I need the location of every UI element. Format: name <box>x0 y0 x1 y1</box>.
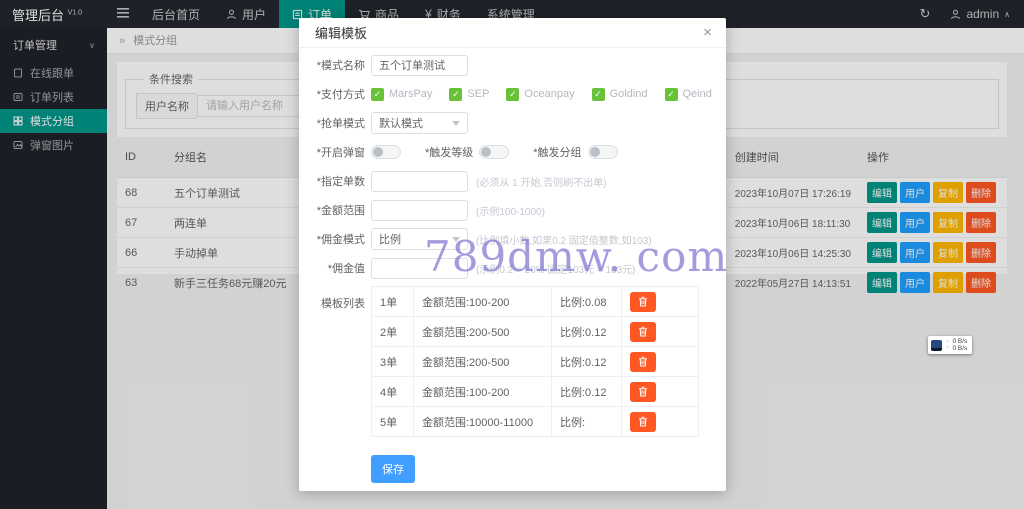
trash-icon <box>638 296 648 307</box>
template-list-label: 模板列表 <box>299 286 365 437</box>
download-manager-icon <box>931 340 942 351</box>
order-num-hint: (必须从 1 开始,否则刷不出单) <box>476 174 607 189</box>
download-speed: 0 B/s <box>953 345 968 352</box>
commission-value-input[interactable] <box>371 258 468 279</box>
trash-icon <box>638 416 648 427</box>
trigger-group-toggle[interactable] <box>588 145 618 159</box>
chevron-down-icon <box>452 121 460 126</box>
trash-icon <box>638 356 648 367</box>
amount-range-label: *金额范围 <box>299 202 365 218</box>
trigger-group-label: *触发分组 <box>533 144 581 160</box>
checkbox-oceanpay[interactable]: ✓ Oceanpay <box>506 88 574 101</box>
updown-arrows-icon: ↑ ↓ <box>946 340 949 350</box>
edit-template-modal: 编辑模板 × *模式名称 *支付方式 ✓ MarsPay ✓ SEP ✓ Oce… <box>299 18 726 491</box>
checkbox-checked-icon: ✓ <box>665 88 678 101</box>
commission-mode-select[interactable]: 比例 <box>371 228 468 250</box>
amount-range-hint: (示例100-1000) <box>476 203 545 218</box>
pay-method-group: ✓ MarsPay ✓ SEP ✓ Oceanpay ✓ Goldind ✓ <box>371 88 712 101</box>
order-num-label: *指定单数 <box>299 173 365 189</box>
trash-icon <box>638 326 648 337</box>
checkbox-checked-icon: ✓ <box>371 88 384 101</box>
template-row: 2单 金额范围:200-500 比例:0.12 <box>372 317 699 347</box>
checkbox-checked-icon: ✓ <box>506 88 519 101</box>
grab-mode-label: *抢单模式 <box>299 115 365 131</box>
save-button[interactable]: 保存 <box>371 455 415 483</box>
form-row-commission-value: *佣金值 (示例0.2 = 20% 固定103元 = 103元) <box>299 257 726 279</box>
upload-speed: 0 B/s <box>953 338 968 345</box>
modal-header: 编辑模板 × <box>299 18 726 48</box>
mode-name-input[interactable] <box>371 55 468 76</box>
trigger-level-label: *触发等级 <box>425 144 473 160</box>
close-icon[interactable]: × <box>703 25 712 40</box>
form-row-order-num: *指定单数 (必须从 1 开始,否则刷不出单) <box>299 170 726 192</box>
modal-body: *模式名称 *支付方式 ✓ MarsPay ✓ SEP ✓ Oceanpay <box>299 48 726 483</box>
template-table: 1单 金额范围:100-200 比例:0.08 2单 金额范围:200-500 … <box>371 286 699 437</box>
order-num-input[interactable] <box>371 171 468 192</box>
template-list-section: 模板列表 1单 金额范围:100-200 比例:0.08 2单 金额范围:200… <box>299 286 726 437</box>
checkbox-goldind[interactable]: ✓ Goldind <box>592 88 648 101</box>
trash-icon <box>638 386 648 397</box>
pay-method-label: *支付方式 <box>299 86 365 102</box>
popup-toggle-label: *开启弹窗 <box>299 144 365 160</box>
checkbox-qeind[interactable]: ✓ Qeind <box>665 88 712 101</box>
template-row: 4单 金额范围:100-200 比例:0.12 <box>372 377 699 407</box>
modal-title: 编辑模板 <box>315 23 367 42</box>
delete-template-button[interactable] <box>630 382 656 402</box>
template-row: 1单 金额范围:100-200 比例:0.08 <box>372 287 699 317</box>
commission-mode-label: *佣金模式 <box>299 231 365 247</box>
mode-name-label: *模式名称 <box>299 57 365 73</box>
delete-template-button[interactable] <box>630 352 656 372</box>
grab-mode-select[interactable]: 默认模式 <box>371 112 468 134</box>
form-row-pay-method: *支付方式 ✓ MarsPay ✓ SEP ✓ Oceanpay ✓ Goldi… <box>299 83 726 105</box>
checkbox-checked-icon: ✓ <box>449 88 462 101</box>
form-row-grab-mode: *抢单模式 默认模式 <box>299 112 726 134</box>
commission-value-label: *佣金值 <box>299 260 365 276</box>
form-row-commission-mode: *佣金模式 比例 (比例填小数,如果0.2 固定值整数,如103) <box>299 228 726 250</box>
form-row-amount-range: *金额范围 (示例100-1000) <box>299 199 726 221</box>
commission-mode-hint: (比例填小数,如果0.2 固定值整数,如103) <box>476 232 652 247</box>
network-speed-widget: ↑ ↓ 0 B/s 0 B/s <box>928 336 972 354</box>
delete-template-button[interactable] <box>630 412 656 432</box>
form-row-mode-name: *模式名称 <box>299 54 726 76</box>
commission-value-hint: (示例0.2 = 20% 固定103元 = 103元) <box>476 261 636 276</box>
popup-toggle[interactable] <box>371 145 401 159</box>
form-row-toggles: *开启弹窗 *触发等级 *触发分组 <box>299 141 726 163</box>
chevron-down-icon <box>452 237 460 242</box>
amount-range-input[interactable] <box>371 200 468 221</box>
checkbox-marspay[interactable]: ✓ MarsPay <box>371 88 432 101</box>
delete-template-button[interactable] <box>630 322 656 342</box>
trigger-level-toggle[interactable] <box>479 145 509 159</box>
template-row: 3单 金额范围:200-500 比例:0.12 <box>372 347 699 377</box>
checkbox-checked-icon: ✓ <box>592 88 605 101</box>
template-row: 5单 金额范围:10000-11000 比例: <box>372 407 699 437</box>
checkbox-sep[interactable]: ✓ SEP <box>449 88 489 101</box>
delete-template-button[interactable] <box>630 292 656 312</box>
